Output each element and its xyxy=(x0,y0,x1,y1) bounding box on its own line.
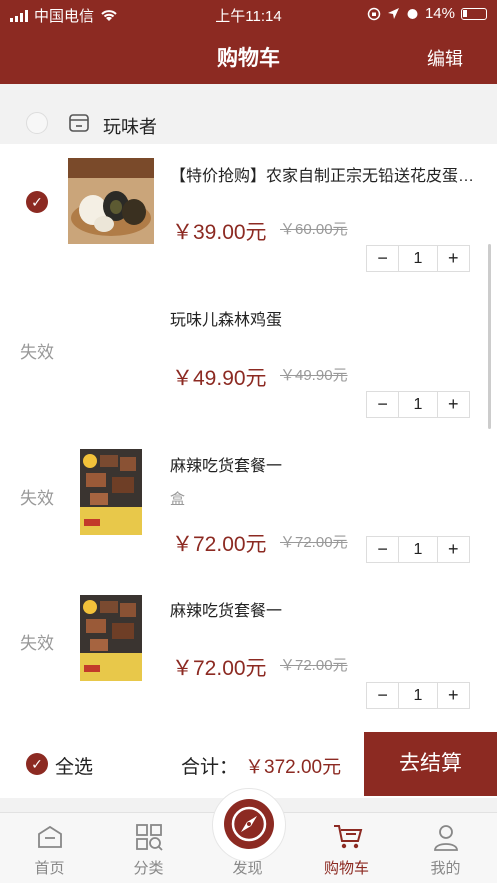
total-label: 合计： xyxy=(181,757,239,778)
tab-category[interactable]: 分类 xyxy=(99,813,198,883)
tab-cart[interactable]: 购物车 xyxy=(297,813,396,883)
invalid-label: 失效 xyxy=(20,489,54,508)
product-price: ￥72.00元 xyxy=(172,657,267,680)
compass-icon xyxy=(231,806,267,842)
invalid-label: 失效 xyxy=(20,634,54,653)
total-value: ￥372.00元 xyxy=(245,757,342,778)
increase-button[interactable]: + xyxy=(438,392,469,417)
product-image[interactable] xyxy=(68,158,154,244)
original-price: ￥72.00元 xyxy=(280,657,348,674)
quantity-value[interactable]: 1 xyxy=(398,246,438,271)
quantity-stepper: − 1 + xyxy=(366,536,470,563)
product-title[interactable]: 麻辣吃货套餐一 xyxy=(170,452,480,476)
store-icon xyxy=(69,114,89,132)
tab-home[interactable]: 首页 xyxy=(0,813,99,883)
location-icon xyxy=(387,8,399,19)
alarm-icon xyxy=(407,9,418,19)
category-icon xyxy=(136,824,163,851)
select-all-label[interactable]: 全选 xyxy=(55,752,93,779)
decrease-button[interactable]: − xyxy=(367,246,398,271)
cart-item: 失效 麻辣吃货套餐一 盒 ￥72.00元 ￥72.00元 − 1 + xyxy=(0,436,497,582)
product-price: ￥72.00元 xyxy=(172,533,267,556)
quantity-stepper: − 1 + xyxy=(366,391,470,418)
home-icon xyxy=(38,825,62,848)
edit-button[interactable]: 编辑 xyxy=(427,45,463,71)
rotation-lock-icon xyxy=(367,7,381,20)
tab-profile[interactable]: 我的 xyxy=(396,813,495,883)
top-bar: 中国电信 上午11:14 14% 购物车 编辑 xyxy=(0,0,497,84)
tab-label: 购物车 xyxy=(323,860,369,877)
user-icon xyxy=(434,825,458,851)
item-check-icon[interactable]: ✓ xyxy=(26,191,48,213)
discover-button[interactable] xyxy=(224,799,274,849)
status-bar: 中国电信 上午11:14 14% xyxy=(0,0,497,28)
tab-label: 分类 xyxy=(133,860,164,877)
increase-button[interactable]: + xyxy=(438,537,469,562)
scrollbar[interactable] xyxy=(488,244,491,429)
quantity-value[interactable]: 1 xyxy=(398,683,438,708)
shop-name: 玩味者 xyxy=(103,117,157,137)
cart-list[interactable]: ✓ 【特价抢购】农家自制正宗无铅送花皮蛋… ￥39.00元 ￥60.00元 − … xyxy=(0,144,497,730)
quantity-stepper: − 1 + xyxy=(366,682,470,709)
original-price: ￥72.00元 xyxy=(280,534,348,551)
product-title[interactable]: 【特价抢购】农家自制正宗无铅送花皮蛋… xyxy=(170,162,480,186)
shop-select-radio[interactable] xyxy=(26,112,48,134)
product-image[interactable] xyxy=(80,449,142,535)
product-title[interactable]: 麻辣吃货套餐一 xyxy=(170,597,480,621)
product-price: ￥49.90元 xyxy=(172,367,267,390)
decrease-button[interactable]: − xyxy=(367,392,398,417)
product-image[interactable] xyxy=(80,595,142,681)
shop-header: 玩味者 xyxy=(0,102,497,144)
increase-button[interactable]: + xyxy=(438,246,469,271)
product-title[interactable]: 玩味儿森林鸡蛋 xyxy=(170,306,480,330)
page-title: 购物车 xyxy=(217,47,280,70)
checkout-button[interactable]: 去结算 xyxy=(364,732,497,796)
increase-button[interactable]: + xyxy=(438,683,469,708)
tab-label: 我的 xyxy=(430,860,461,877)
quantity-stepper: − 1 + xyxy=(366,245,470,272)
select-all-check-icon[interactable]: ✓ xyxy=(26,753,48,775)
original-price: ￥49.90元 xyxy=(280,367,348,384)
invalid-label: 失效 xyxy=(20,343,54,362)
cart-item: ✓ 【特价抢购】农家自制正宗无铅送花皮蛋… ￥39.00元 ￥60.00元 − … xyxy=(0,144,497,290)
original-price: ￥60.00元 xyxy=(280,221,348,238)
cart-icon xyxy=(334,825,363,849)
decrease-button[interactable]: − xyxy=(367,537,398,562)
battery-icon xyxy=(461,7,487,20)
tab-label: 首页 xyxy=(34,860,65,877)
product-price: ￥39.00元 xyxy=(172,221,267,244)
decrease-button[interactable]: − xyxy=(367,683,398,708)
battery-percent: 14% xyxy=(424,5,455,22)
quantity-value[interactable]: 1 xyxy=(398,537,438,562)
product-spec: 盒 xyxy=(170,491,186,508)
cart-item: 失效 麻辣吃货套餐一 ￥72.00元 ￥72.00元 − 1 + xyxy=(0,582,497,728)
cart-item: 失效 玩味儿森林鸡蛋 ￥49.90元 ￥49.90元 − 1 + xyxy=(0,290,497,436)
quantity-value[interactable]: 1 xyxy=(398,392,438,417)
